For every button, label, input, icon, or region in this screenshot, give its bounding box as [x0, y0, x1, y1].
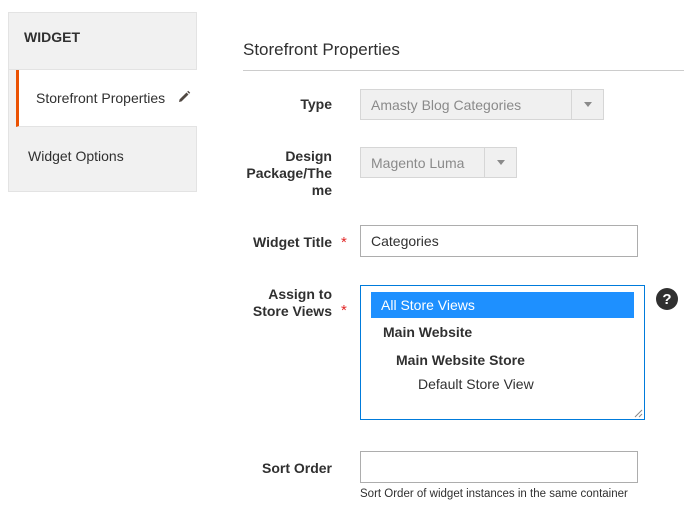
- pencil-icon: [179, 90, 191, 102]
- sidebar-item-storefront-properties[interactable]: Storefront Properties: [16, 70, 197, 127]
- widget-title-label: Widget Title: [253, 234, 332, 250]
- chevron-down-icon: [484, 148, 516, 177]
- type-select-value: Amasty Blog Categories: [371, 96, 522, 113]
- section-divider: [243, 70, 684, 71]
- page-title: Storefront Properties: [243, 40, 400, 59]
- store-views-multiselect[interactable]: All Store Views Main Website Main Websit…: [360, 285, 645, 420]
- design-package-value: Magento Luma: [371, 154, 465, 171]
- help-icon[interactable]: ?: [656, 288, 678, 310]
- type-select[interactable]: Amasty Blog Categories: [360, 89, 604, 120]
- optgroup-main-website: Main Website: [383, 324, 473, 340]
- sort-order-label: Sort Order: [261, 460, 332, 476]
- required-mark: *: [341, 302, 347, 319]
- sidebar-item-widget-options[interactable]: Widget Options: [9, 127, 196, 184]
- chevron-down-icon: [571, 90, 603, 119]
- sort-order-note: Sort Order of widget instances in the sa…: [360, 488, 628, 500]
- widget-sidebar: WIDGET Storefront Properties Widget Opti…: [8, 12, 197, 192]
- sort-order-input[interactable]: [360, 451, 638, 483]
- sidebar-title: WIDGET: [9, 13, 196, 70]
- sidebar-item-label: Widget Options: [28, 147, 124, 164]
- required-mark: *: [341, 234, 347, 251]
- widget-title-input[interactable]: [360, 225, 638, 257]
- resize-handle-icon[interactable]: [633, 408, 643, 418]
- sidebar-item-label: Storefront Properties: [36, 90, 166, 106]
- store-views-label: Assign to Store Views: [252, 286, 332, 319]
- design-package-select[interactable]: Magento Luma: [360, 147, 517, 178]
- optgroup-main-website-store: Main Website Store: [396, 352, 525, 368]
- option-default-store-view[interactable]: Default Store View: [371, 374, 634, 394]
- design-package-label: Design Package/The me: [246, 148, 332, 198]
- option-all-store-views[interactable]: All Store Views: [371, 292, 634, 318]
- type-label: Type: [300, 96, 332, 112]
